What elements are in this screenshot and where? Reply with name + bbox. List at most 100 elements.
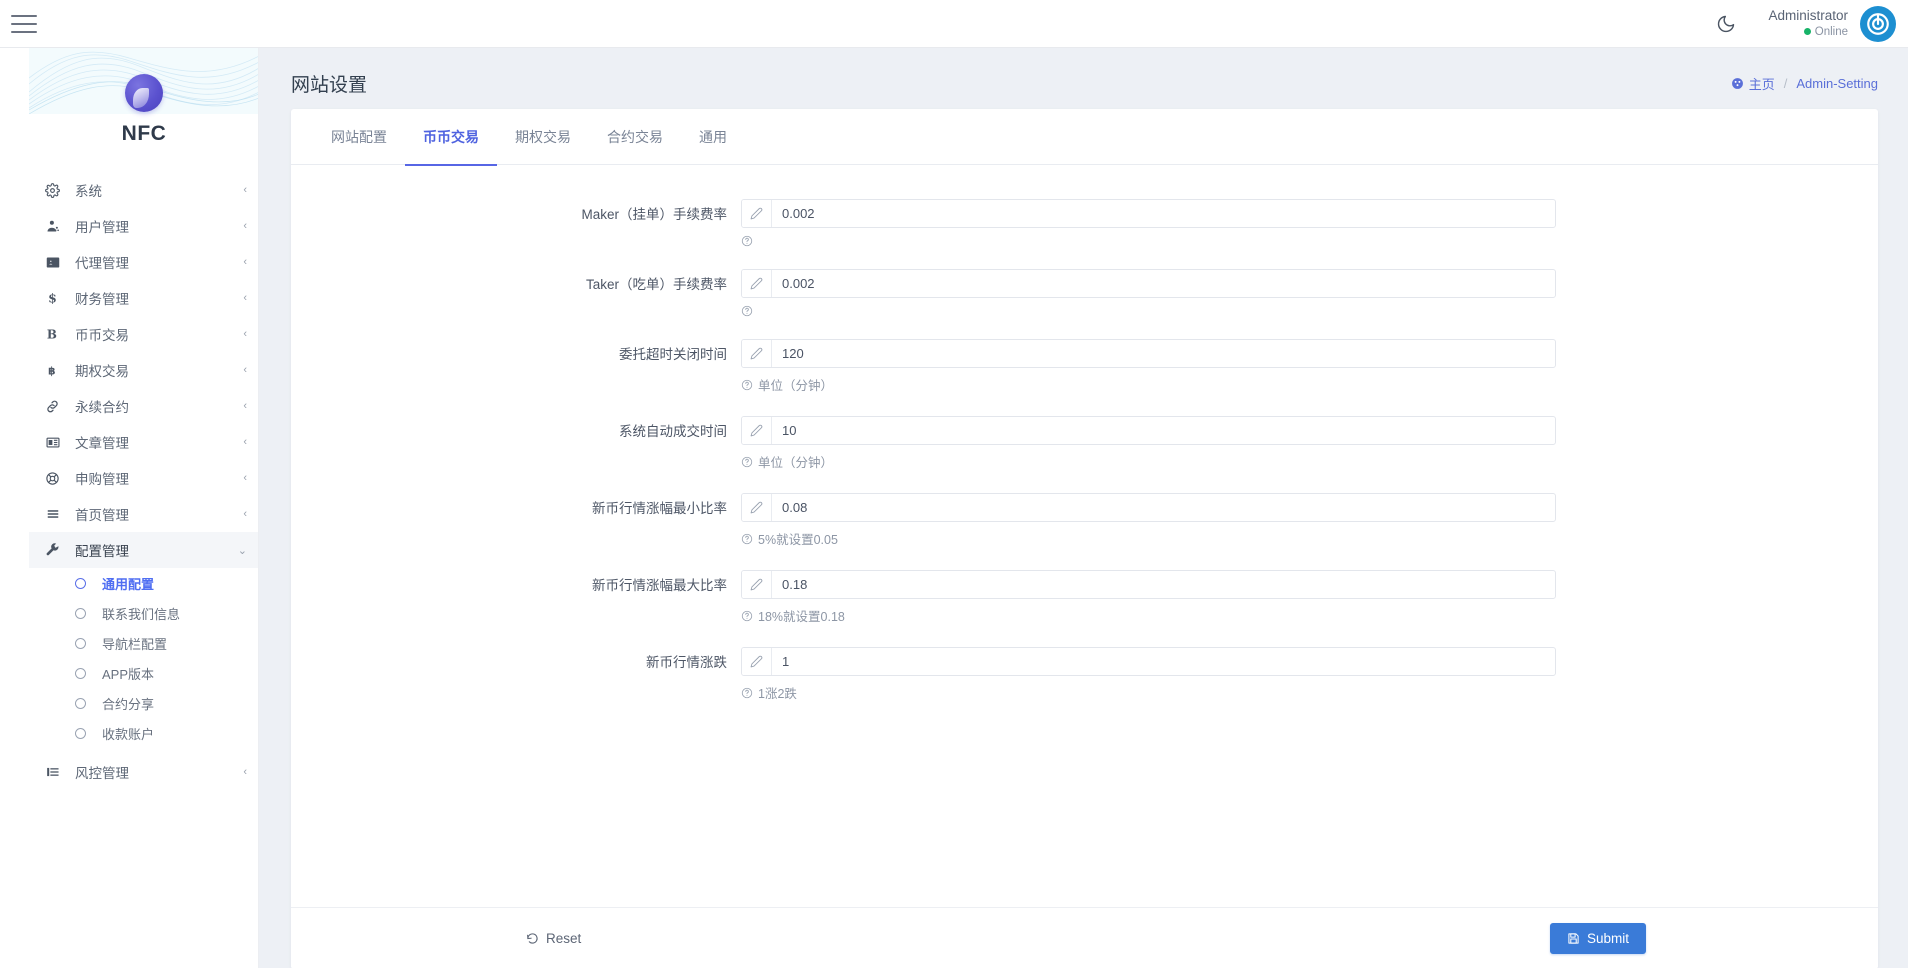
form-hint-text: 1涨2跌 xyxy=(758,683,797,702)
form-row-rise-fall-direction: 新币行情涨跌 1涨2跌 xyxy=(291,647,1878,702)
form-row-min-rise-ratio: 新币行情涨幅最小比率 5%就设置0.05 xyxy=(291,493,1878,548)
avatar[interactable] xyxy=(1860,6,1896,42)
form-hint-text: 18%就设置0.18 xyxy=(758,606,845,625)
pencil-icon xyxy=(742,648,772,675)
user-status: Online xyxy=(1768,25,1848,39)
main-content: 网站设置 主页 / Admin-Setting 网站配置 币币交易 期权交易 合… xyxy=(259,48,1908,968)
auto-match-time-input[interactable] xyxy=(772,417,1555,444)
save-icon xyxy=(1567,932,1580,945)
order-timeout-input[interactable] xyxy=(772,340,1555,367)
sidebar-item-risk-management[interactable]: 风控管理 ‹ xyxy=(29,754,259,790)
refresh-icon xyxy=(526,932,539,945)
sidebar-item-label: 系统 xyxy=(67,180,243,200)
form-label: 新币行情涨幅最小比率 xyxy=(291,493,741,517)
sidebar-subitem-contract-share[interactable]: 合约分享 xyxy=(29,688,259,718)
pencil-icon xyxy=(742,340,772,367)
circle-icon xyxy=(75,638,86,649)
sidebar-subitem-label: 导航栏配置 xyxy=(102,634,167,653)
chevron-left-icon: ‹ xyxy=(243,292,251,304)
sidebar-subitem-label: 收款账户 xyxy=(102,724,154,743)
input-group[interactable] xyxy=(741,199,1556,228)
sidebar-item-label: 期权交易 xyxy=(67,360,243,380)
sidebar-item-agent-management[interactable]: 代理管理 ‹ xyxy=(29,244,259,280)
sidebar-item-system[interactable]: 系统 ‹ xyxy=(29,172,259,208)
sidebar-item-article-management[interactable]: 文章管理 ‹ xyxy=(29,424,259,460)
question-circle-icon xyxy=(741,235,753,247)
sidebar-item-label: 币币交易 xyxy=(67,324,243,344)
sidebar-item-subscription-management[interactable]: 申购管理 ‹ xyxy=(29,460,259,496)
question-circle-icon xyxy=(741,610,753,622)
tab-general[interactable]: 通用 xyxy=(681,109,745,165)
pencil-icon xyxy=(742,270,772,297)
sidebar-item-label: 配置管理 xyxy=(67,540,238,560)
breadcrumb: 主页 / Admin-Setting xyxy=(1731,74,1878,93)
id-card-icon xyxy=(45,255,67,270)
form-hint: 1涨2跌 xyxy=(741,683,1556,702)
settings-card: 网站配置 币币交易 期权交易 合约交易 通用 Maker（挂单）手续费率 xyxy=(291,109,1878,968)
tab-option-trading[interactable]: 期权交易 xyxy=(497,109,589,165)
chevron-left-icon: ‹ xyxy=(243,436,251,448)
tab-contract-trading[interactable]: 合约交易 xyxy=(589,109,681,165)
sidebar-item-label: 风控管理 xyxy=(67,762,243,782)
question-circle-icon xyxy=(741,533,753,545)
min-rise-ratio-input[interactable] xyxy=(772,494,1555,521)
chevron-left-icon: ‹ xyxy=(243,766,251,778)
rise-fall-direction-input[interactable] xyxy=(772,648,1555,675)
wrench-icon xyxy=(45,543,67,558)
input-group[interactable] xyxy=(741,493,1556,522)
circle-icon xyxy=(75,668,86,679)
sidebar-subitem-app-version[interactable]: APP版本 xyxy=(29,658,259,688)
sidebar-subitem-navbar-config[interactable]: 导航栏配置 xyxy=(29,628,259,658)
reset-button[interactable]: Reset xyxy=(509,923,598,954)
form-hint: 单位（分钟） xyxy=(741,452,1556,471)
form-row-max-rise-ratio: 新币行情涨幅最大比率 18%就设置0.18 xyxy=(291,570,1878,625)
user-info[interactable]: Administrator Online xyxy=(1768,8,1848,39)
sidebar-item-option-trading[interactable]: ฿ 期权交易 ‹ xyxy=(29,352,259,388)
sidebar-item-finance-management[interactable]: $ 财务管理 ‹ xyxy=(29,280,259,316)
brand-block: NFC xyxy=(29,48,259,166)
breadcrumb-home-link[interactable]: 主页 xyxy=(1731,74,1775,93)
chevron-left-icon: ‹ xyxy=(243,400,251,412)
sidebar-subitem-payment-account[interactable]: 收款账户 xyxy=(29,718,259,748)
pencil-icon xyxy=(742,571,772,598)
form-control xyxy=(741,199,1556,247)
form-label: 系统自动成交时间 xyxy=(291,416,741,440)
taker-fee-input[interactable] xyxy=(772,270,1555,297)
user-name: Administrator xyxy=(1768,8,1848,25)
sidebar-item-coin-trading[interactable]: B 币币交易 ‹ xyxy=(29,316,259,352)
sidebar-subitem-general-config[interactable]: 通用配置 xyxy=(29,568,259,598)
sidebar-item-label: 永续合约 xyxy=(67,396,243,416)
sidebar-subnav-config: 通用配置 联系我们信息 导航栏配置 APP版本 合约分享 xyxy=(29,568,259,748)
submit-button-label: Submit xyxy=(1587,931,1629,946)
letter-b-icon: B xyxy=(45,326,67,342)
link-chain-icon xyxy=(45,399,67,414)
sidebar-subitem-contact-info[interactable]: 联系我们信息 xyxy=(29,598,259,628)
submit-button[interactable]: Submit xyxy=(1550,923,1646,954)
input-group[interactable] xyxy=(741,570,1556,599)
form-row-maker-fee: Maker（挂单）手续费率 xyxy=(291,199,1878,247)
input-group[interactable] xyxy=(741,647,1556,676)
question-circle-icon xyxy=(741,305,753,317)
form-hint xyxy=(741,235,1556,247)
input-group[interactable] xyxy=(741,416,1556,445)
form-control: 单位（分钟） xyxy=(741,339,1556,394)
form-hint: 单位（分钟） xyxy=(741,375,1556,394)
maker-fee-input[interactable] xyxy=(772,200,1555,227)
online-dot-icon xyxy=(1804,28,1811,35)
sidebar-item-config-management[interactable]: 配置管理 ⌄ xyxy=(29,532,259,568)
max-rise-ratio-input[interactable] xyxy=(772,571,1555,598)
chevron-left-icon: ‹ xyxy=(243,256,251,268)
tab-coin-trading[interactable]: 币币交易 xyxy=(405,109,497,165)
input-group[interactable] xyxy=(741,269,1556,298)
tab-bar: 网站配置 币币交易 期权交易 合约交易 通用 xyxy=(291,109,1878,165)
hamburger-icon[interactable] xyxy=(11,15,37,33)
form-footer: Reset Submit xyxy=(291,907,1878,968)
sidebar-item-user-management[interactable]: 用户管理 ‹ xyxy=(29,208,259,244)
sidebar-item-homepage-management[interactable]: 首页管理 ‹ xyxy=(29,496,259,532)
sidebar-item-perpetual-contract[interactable]: 永续合约 ‹ xyxy=(29,388,259,424)
moon-icon[interactable] xyxy=(1706,4,1746,44)
input-group[interactable] xyxy=(741,339,1556,368)
tab-site-config[interactable]: 网站配置 xyxy=(313,109,405,165)
pencil-icon xyxy=(742,200,772,227)
breadcrumb-home-label: 主页 xyxy=(1749,74,1775,93)
